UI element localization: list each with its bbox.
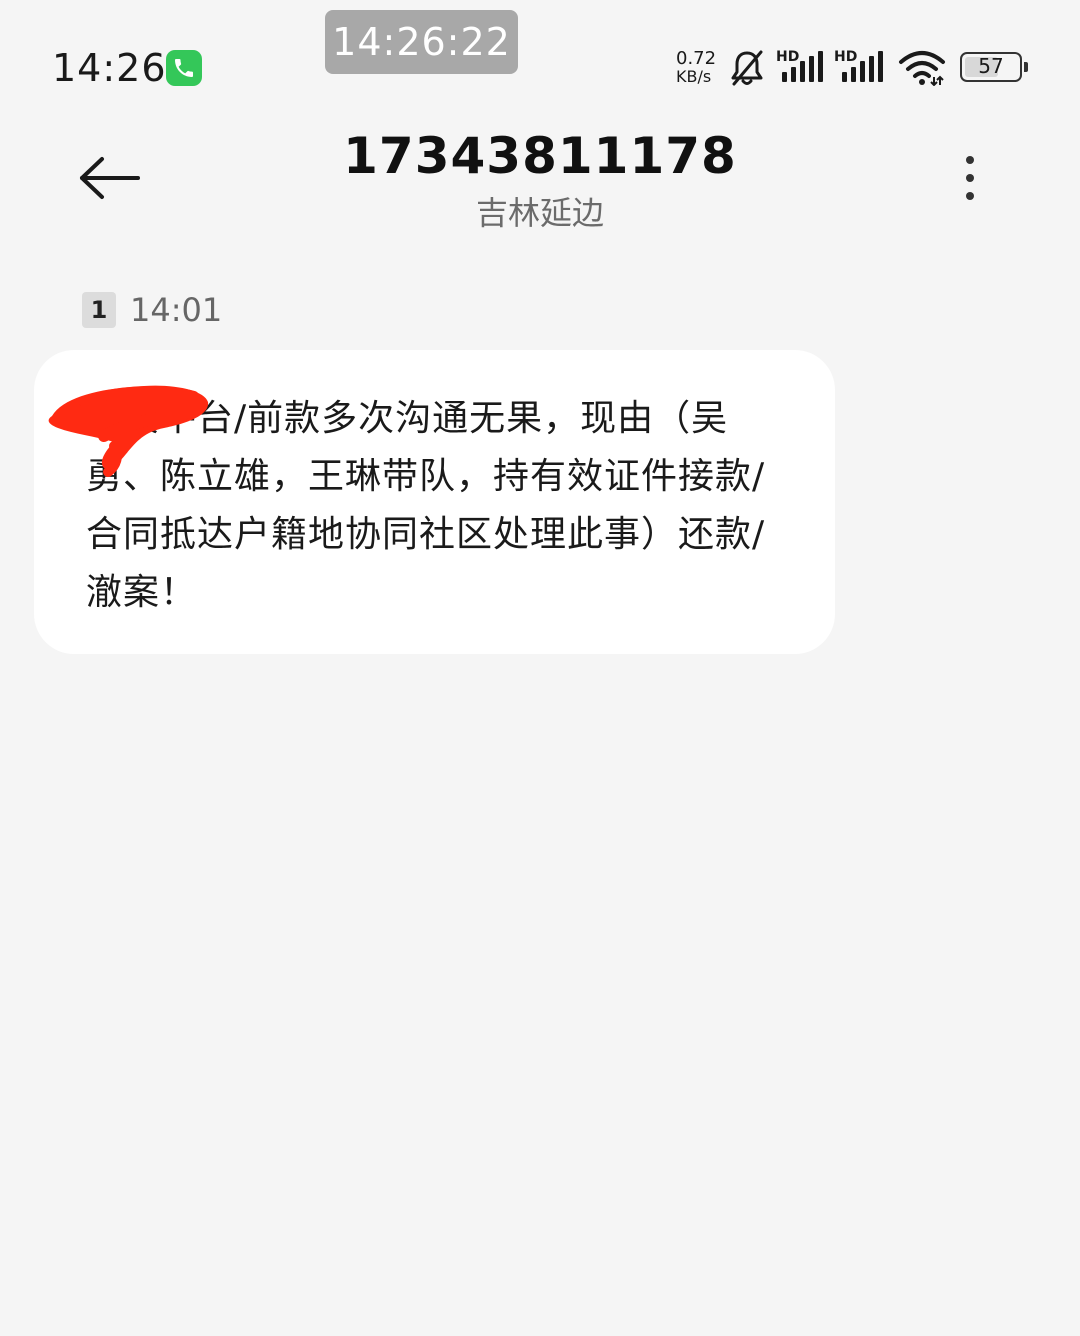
bell-muted-icon — [728, 48, 766, 92]
network-speed-unit: KB/s — [676, 67, 712, 86]
network-speed-value: 0.72 — [676, 48, 717, 69]
message-time: 14:01 — [130, 291, 223, 329]
wifi-icon — [898, 50, 946, 90]
phone-call-icon[interactable] — [166, 50, 202, 86]
more-options-button[interactable] — [944, 146, 996, 210]
network-speed: 0.72 KB/s — [676, 50, 720, 86]
clock-overlay: 14:26:22 — [325, 10, 518, 74]
status-time: 14:26 — [52, 46, 167, 90]
more-vertical-icon — [966, 156, 974, 164]
status-bar: 14:26 14:26:22 0.72 KB/s HD HD 57 — [0, 0, 1080, 110]
back-arrow-icon — [80, 157, 140, 199]
battery-level: 57 — [978, 54, 1004, 78]
contact-location: 吉林延边 — [475, 194, 604, 232]
contact-number: 17343811178 — [343, 127, 737, 185]
battery-nub — [1024, 62, 1028, 72]
message-body[interactable]: 消费平台/前款多次沟通无果，现由（吴勇、陈立雄，王琳带队，持有效证件接款/合同抵… — [86, 390, 786, 622]
sim-slot-badge: 1 — [82, 292, 116, 328]
battery-icon: 57 — [960, 52, 1028, 82]
back-button[interactable] — [72, 146, 148, 210]
